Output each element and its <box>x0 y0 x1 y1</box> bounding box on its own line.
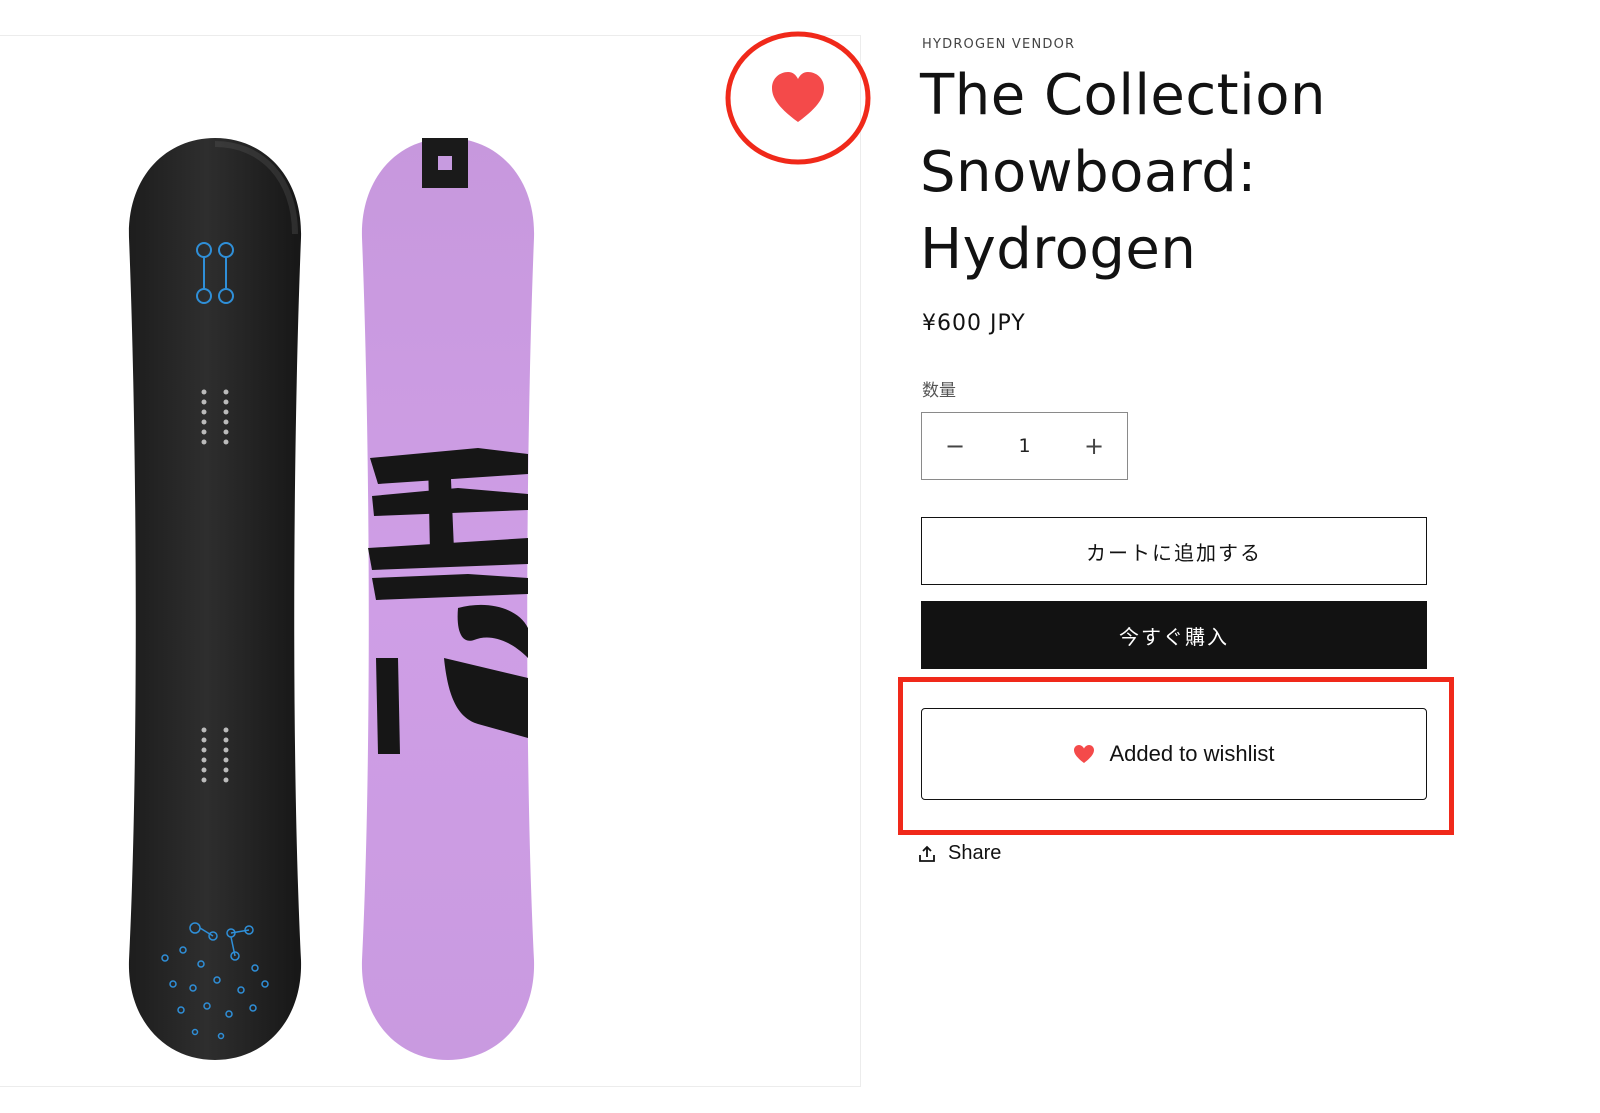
product-media <box>0 35 861 1087</box>
buy-now-button[interactable]: 今すぐ購入 <box>921 601 1427 669</box>
share-icon <box>919 845 935 862</box>
quantity-increase-button[interactable]: + <box>1061 413 1127 479</box>
wishlist-button-label: Added to wishlist <box>1109 741 1275 766</box>
add-to-cart-button[interactable]: カートに追加する <box>921 517 1427 585</box>
quantity-input[interactable] <box>988 434 1061 458</box>
quantity-decrease-button[interactable]: − <box>922 413 988 479</box>
heart-icon <box>1074 745 1095 763</box>
product-vendor: HYDROGEN VENDOR <box>922 37 1076 52</box>
wishlist-button[interactable]: Added to wishlist <box>921 708 1427 800</box>
product-price: ¥600 JPY <box>922 311 1026 336</box>
share-button[interactable]: Share <box>918 842 1001 865</box>
product-title: The Collection Snowboard: Hydrogen <box>920 63 1326 282</box>
snowboard-image-top <box>128 138 302 1060</box>
snowboard-image-base <box>361 138 535 1060</box>
quantity-label: 数量 <box>922 381 956 401</box>
quantity-stepper: − + <box>921 412 1128 480</box>
share-label: Share <box>948 842 1002 864</box>
wishlist-heart-button[interactable] <box>724 30 872 166</box>
heart-icon <box>772 72 824 122</box>
